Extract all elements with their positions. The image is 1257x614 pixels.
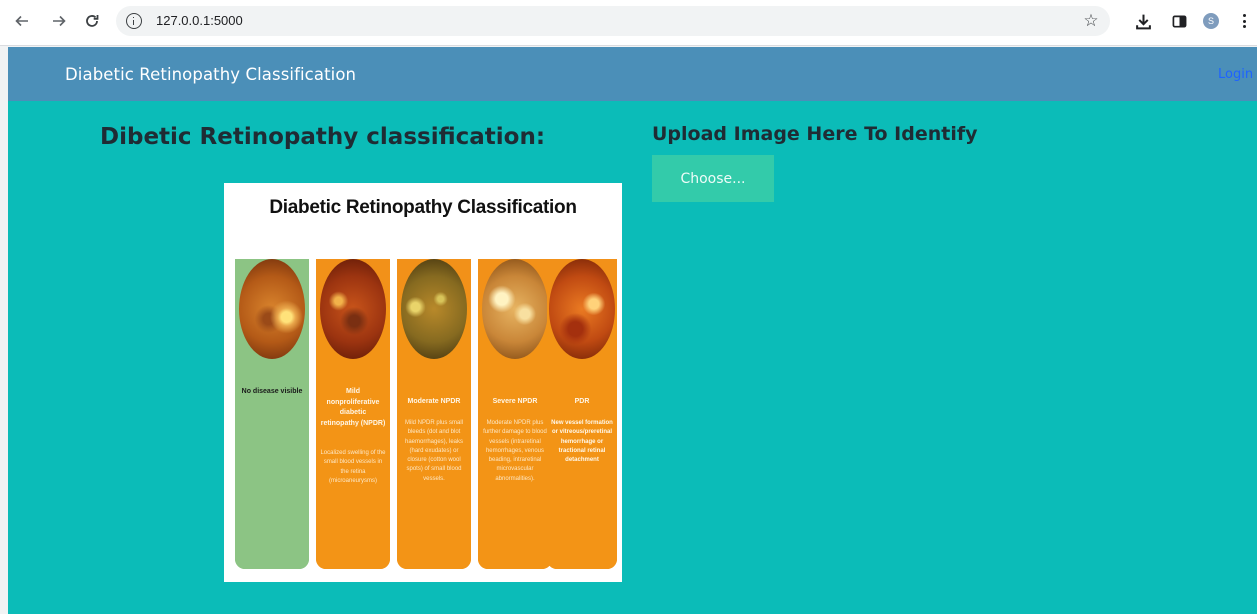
stage-name: No disease visible (241, 388, 303, 395)
stage-name: Severe NPDR (492, 398, 538, 405)
stage-description: Moderate NPDR plus further damage to blo… (483, 420, 547, 482)
download-icon[interactable] (1133, 11, 1153, 31)
stage-card: No disease visible (235, 259, 309, 569)
upload-heading: Upload Image Here To Identify (652, 123, 978, 145)
stage-name: Moderate NPDR (407, 398, 461, 405)
browser-window: 127.0.0.1:5000 ☆ S Diabetic Retinopathy … (0, 0, 1257, 614)
stage-card: Moderate NPDR Mild NPDR plus small bleed… (397, 259, 471, 569)
infographic-title: Diabetic Retinopathy Classification (269, 197, 577, 218)
stage-card: Mild nonproliferative diabetic retinopat… (316, 259, 390, 569)
fundus-image (401, 259, 467, 359)
stage-description: New vessel formation or vitreous/prereti… (551, 420, 613, 464)
stage-card: PDR New vessel formation or vitreous/pre… (547, 259, 617, 569)
fundus-image (482, 259, 548, 359)
navbar-brand[interactable]: Diabetic Retinopathy Classification (65, 65, 356, 84)
stage-card: Severe NPDR Moderate NPDR plus further d… (478, 259, 552, 569)
stage-name: PDR (574, 398, 590, 405)
fundus-image (239, 259, 305, 359)
kebab-menu-icon[interactable] (1234, 11, 1254, 31)
side-panel-icon[interactable] (1169, 11, 1189, 31)
fundus-image (549, 259, 615, 359)
profile-avatar[interactable]: S (1201, 11, 1221, 31)
browser-toolbar: 127.0.0.1:5000 ☆ S (0, 0, 1257, 46)
url-text[interactable]: 127.0.0.1:5000 (156, 13, 243, 28)
fundus-image (320, 259, 386, 359)
address-bar[interactable]: 127.0.0.1:5000 ☆ (116, 6, 1110, 36)
stage-description: Localized swelling of the small blood ve… (320, 450, 386, 484)
back-arrow-icon[interactable] (11, 10, 33, 32)
reload-icon[interactable] (81, 10, 103, 32)
bookmark-star-icon[interactable]: ☆ (1082, 12, 1100, 30)
profile-initial: S (1203, 13, 1219, 29)
classification-infographic: Diabetic Retinopathy Classification No d… (224, 183, 622, 582)
app-navbar: Diabetic Retinopathy Classification Logi… (8, 47, 1257, 101)
main-content: Dibetic Retinopathy classification: Uplo… (8, 101, 1257, 614)
stage-description: Mild NPDR plus small bleeds (dot and blo… (404, 420, 464, 482)
forward-arrow-icon[interactable] (48, 10, 70, 32)
classification-heading: Dibetic Retinopathy classification: (100, 124, 546, 150)
choose-file-button[interactable]: Choose... (652, 155, 774, 202)
login-link[interactable]: Login (1218, 67, 1253, 82)
site-info-icon[interactable] (126, 13, 142, 29)
stage-name: Mild nonproliferative diabetic retinopat… (320, 388, 386, 427)
